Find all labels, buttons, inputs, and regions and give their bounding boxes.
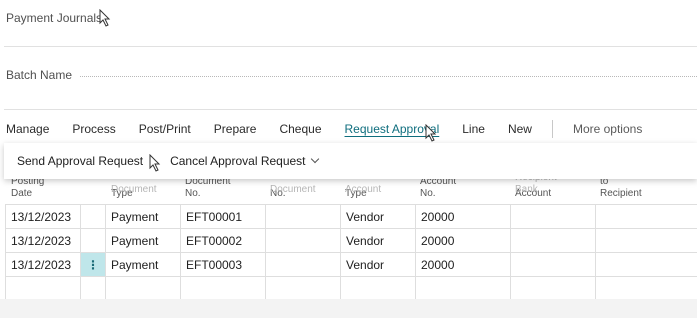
recipient-bank-account-cell[interactable] xyxy=(510,204,596,229)
recipient-bank-account-cell[interactable] xyxy=(510,252,596,277)
action-manage[interactable]: Manage xyxy=(6,122,49,136)
col-document-type-label: Document Type xyxy=(111,176,157,200)
posting-date-cell[interactable]: 13/12/2023 xyxy=(5,228,81,253)
page-title: Payment Journals xyxy=(6,11,103,25)
external-document-no-cell[interactable] xyxy=(265,204,341,229)
batch-name-input[interactable] xyxy=(80,75,697,77)
posting-date-cell[interactable]: 13/12/2023 xyxy=(5,204,81,229)
recipient-bank-account-cell[interactable] xyxy=(510,228,596,253)
batch-name-label: Batch Name xyxy=(6,68,73,82)
account-type-cell[interactable]: Vendor xyxy=(340,252,416,277)
posting-date-cell[interactable]: 13/12/2023 xyxy=(5,252,81,277)
row-menu-cell[interactable] xyxy=(80,204,106,229)
col-posting-date-label: Posting Date xyxy=(11,176,45,199)
row-menu-icon[interactable]: ⋮ xyxy=(80,252,106,277)
empty-cell[interactable] xyxy=(265,276,341,301)
document-no-cell[interactable]: EFT00002 xyxy=(180,228,266,253)
mouse-cursor-icon xyxy=(99,9,111,27)
request-approval-menu: Send Approval Request Cancel Approval Re… xyxy=(4,143,697,179)
document-no-cell[interactable]: EFT00001 xyxy=(180,204,266,229)
row-menu-cell[interactable] xyxy=(80,228,106,253)
document-type-cell[interactable]: Payment xyxy=(105,252,181,277)
col-external-document-no-label: Document No. xyxy=(270,176,316,200)
account-type-cell[interactable]: Vendor xyxy=(340,228,416,253)
payment-journal-grid: 13/12/2023 Payment EFT00001 Vendor 20000… xyxy=(5,204,697,301)
action-prepare[interactable]: Prepare xyxy=(214,122,257,136)
col-account-type-top: Account xyxy=(345,184,382,195)
table-row[interactable]: 13/12/2023 Payment EFT00001 Vendor 20000 xyxy=(5,204,697,229)
document-type-cell[interactable]: Payment xyxy=(105,204,181,229)
empty-cell[interactable] xyxy=(180,276,266,301)
account-no-cell[interactable]: 20000 xyxy=(415,252,511,277)
col-document-no-label: Document No. xyxy=(185,176,231,199)
empty-cell[interactable] xyxy=(5,276,81,301)
mouse-cursor-icon xyxy=(425,124,437,142)
empty-cell[interactable] xyxy=(80,276,106,301)
message-to-recipient-cell[interactable] xyxy=(595,252,697,277)
action-line[interactable]: Line xyxy=(462,122,485,136)
action-new[interactable]: New xyxy=(508,122,532,136)
empty-cell[interactable] xyxy=(340,276,416,301)
action-post-print[interactable]: Post/Print xyxy=(139,122,191,136)
empty-cell[interactable] xyxy=(595,276,697,301)
action-bar: Manage Process Post/Print Prepare Cheque… xyxy=(6,120,665,138)
document-no-cell[interactable]: EFT00003 xyxy=(180,252,266,277)
action-cheque[interactable]: Cheque xyxy=(279,122,321,136)
send-approval-request-button[interactable]: Send Approval Request xyxy=(17,154,143,168)
cancel-approval-request-label: Cancel Approval Request xyxy=(170,154,306,168)
empty-cell[interactable] xyxy=(510,276,596,301)
col-document-type-top: Document xyxy=(111,184,157,195)
col-recipient-bank-account-label: Recipient BankAccount xyxy=(515,172,557,200)
action-process[interactable]: Process xyxy=(72,122,115,136)
chevron-down-icon xyxy=(310,154,319,164)
cancel-approval-request-button[interactable]: Cancel Approval Request xyxy=(170,154,319,168)
account-no-cell[interactable]: 20000 xyxy=(415,204,511,229)
account-type-cell[interactable]: Vendor xyxy=(340,204,416,229)
table-row-empty[interactable] xyxy=(5,276,697,301)
mouse-cursor-icon xyxy=(149,154,161,172)
empty-cell[interactable] xyxy=(415,276,511,301)
external-document-no-cell[interactable] xyxy=(265,228,341,253)
table-row[interactable]: 13/12/2023 Payment EFT00002 Vendor 20000 xyxy=(5,228,697,253)
col-external-document-top: Document xyxy=(270,184,316,195)
footer-band xyxy=(0,299,697,318)
batch-name-field[interactable]: Batch Name xyxy=(6,68,697,82)
message-to-recipient-cell[interactable] xyxy=(595,228,697,253)
col-account-type-label: Account Type xyxy=(345,176,381,200)
external-document-no-cell[interactable] xyxy=(265,252,341,277)
message-to-recipient-cell[interactable] xyxy=(595,204,697,229)
account-no-cell[interactable]: 20000 xyxy=(415,228,511,253)
divider xyxy=(4,109,697,110)
table-row[interactable]: 13/12/2023 ⋮ Payment EFT00003 Vendor 200… xyxy=(5,252,697,277)
divider xyxy=(551,120,553,138)
empty-cell[interactable] xyxy=(105,276,181,301)
more-options-button[interactable]: More options xyxy=(573,122,642,136)
divider xyxy=(4,46,697,47)
document-type-cell[interactable]: Payment xyxy=(105,228,181,253)
col-account-no-label: Account No. xyxy=(420,176,457,199)
